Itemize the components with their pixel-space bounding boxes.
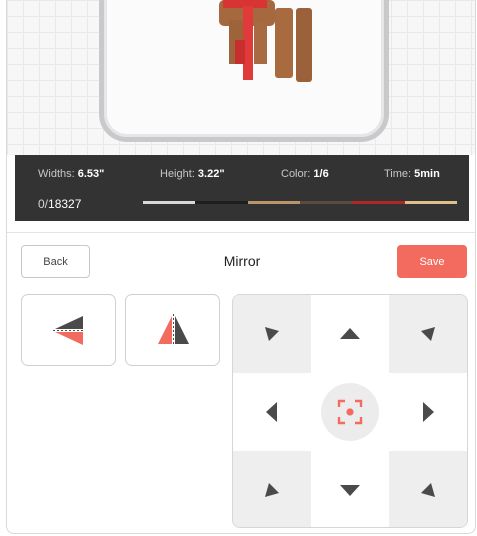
stitch-total: 18327 <box>48 197 82 211</box>
center-button-background <box>321 383 379 441</box>
thread-color-segment[interactable] <box>352 201 405 204</box>
app-window: Widths: 6.53" Height: 3.22" Color: 1/6 T… <box>6 0 476 534</box>
move-up-button[interactable] <box>311 295 389 373</box>
height-label: Height: <box>160 168 195 180</box>
width-value: 6.53" <box>77 168 105 180</box>
arrow-down-left-icon <box>265 483 279 497</box>
mirror-toolbar: Back Mirror Save <box>7 232 475 288</box>
arrow-up-icon <box>340 328 360 339</box>
color-stat: Color: 1/6 <box>281 168 329 180</box>
time-label: Time: <box>384 168 412 180</box>
thread-color-strip[interactable] <box>143 201 457 204</box>
move-left-button[interactable] <box>233 373 311 451</box>
move-down-left-button[interactable] <box>233 451 311 527</box>
mirror-vertical-button[interactable] <box>21 294 116 366</box>
embroidery-canvas[interactable] <box>7 0 476 155</box>
move-down-button[interactable] <box>311 451 389 527</box>
width-label: Widths: <box>38 168 75 180</box>
height-stat: Height: 3.22" <box>160 168 225 180</box>
move-right-button[interactable] <box>389 373 467 451</box>
design-info-bar: Widths: 6.53" Height: 3.22" Color: 1/6 T… <box>15 155 469 221</box>
height-value: 3.22" <box>197 168 225 180</box>
arrow-up-left-icon <box>265 327 279 341</box>
thread-color-segment[interactable] <box>247 201 300 204</box>
move-up-left-button[interactable] <box>233 295 311 373</box>
width-stat: Widths: 6.53" <box>38 168 104 180</box>
stitch-current: 0/ <box>38 197 49 211</box>
time-value: 5min <box>414 168 440 180</box>
flip-vertical-icon <box>52 316 85 345</box>
color-value: 1/6 <box>313 168 329 180</box>
mirror-horizontal-button[interactable] <box>125 294 220 366</box>
reindeer-design-preview[interactable] <box>7 0 476 155</box>
move-down-right-button[interactable] <box>389 451 467 527</box>
color-label: Color: <box>281 168 311 180</box>
flip-horizontal-icon <box>157 314 189 346</box>
thread-color-segment[interactable] <box>195 201 248 204</box>
center-design-button[interactable] <box>311 373 389 451</box>
thread-color-segment[interactable] <box>404 201 457 204</box>
stitch-counter: 0/18327 <box>38 197 81 211</box>
thread-color-segment[interactable] <box>143 201 196 204</box>
arrow-up-right-icon <box>421 327 435 341</box>
save-button[interactable]: Save <box>397 245 467 278</box>
arrow-down-icon <box>340 485 360 496</box>
arrow-right-icon <box>423 402 434 422</box>
thread-color-segment[interactable] <box>299 201 353 204</box>
center-focus-icon <box>337 399 363 425</box>
move-up-right-button[interactable] <box>389 295 467 373</box>
arrow-left-icon <box>266 402 277 422</box>
arrow-down-right-icon <box>421 483 435 497</box>
position-direction-pad <box>232 294 468 528</box>
time-stat: Time: 5min <box>384 168 440 180</box>
